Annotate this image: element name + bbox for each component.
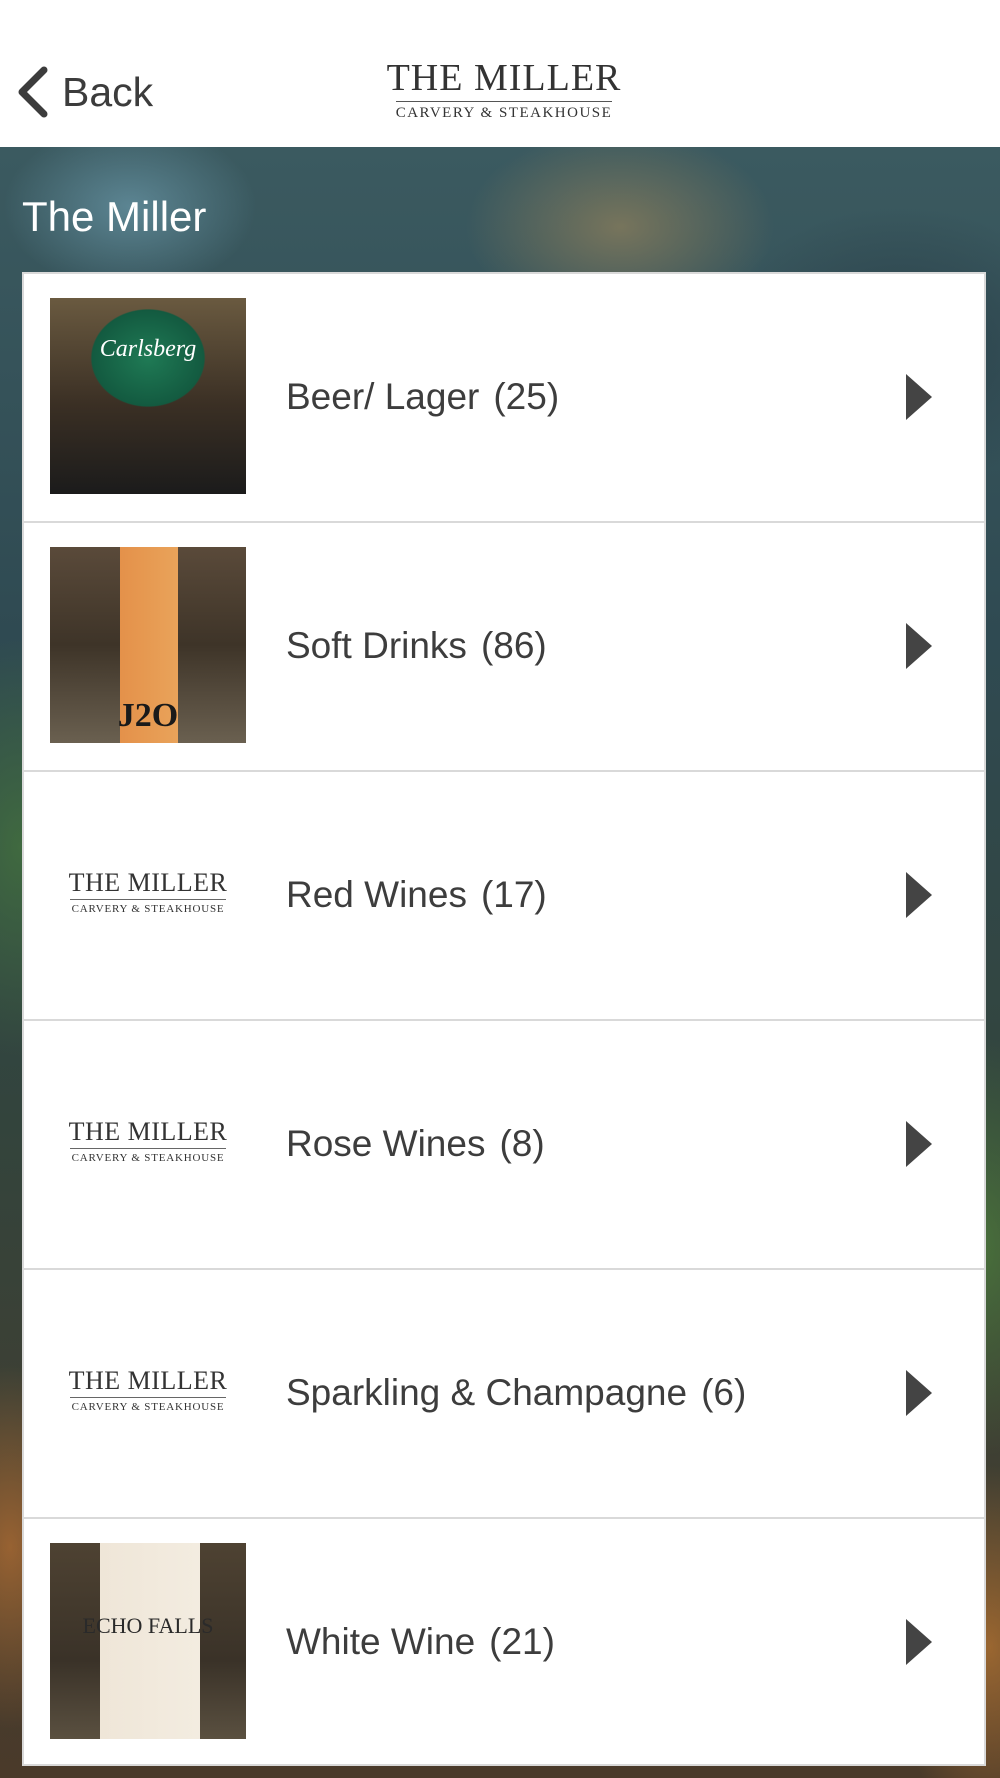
category-thumbnail-logo: THE MILLER CARVERY & STEAKHOUSE	[50, 1294, 246, 1490]
logo-subtitle: CARVERY & STEAKHOUSE	[71, 1152, 225, 1164]
logo-rule	[396, 101, 612, 102]
category-thumbnail-logo: THE MILLER CARVERY & STEAKHOUSE	[50, 796, 246, 992]
category-count: (8)	[499, 1122, 545, 1164]
logo-subtitle: CARVERY & STEAKHOUSE	[71, 903, 225, 915]
category-thumbnail-image: Carlsberg	[50, 298, 246, 494]
category-label: White Wine (21)	[286, 1519, 555, 1764]
echo-falls-logo-icon: ECHO FALLS	[82, 1613, 214, 1638]
category-row-white-wine[interactable]: ECHO FALLS White Wine (21)	[22, 1517, 986, 1766]
category-name: Beer/ Lager	[286, 375, 480, 417]
brand-logo-small: THE MILLER CARVERY & STEAKHOUSE	[50, 1117, 246, 1165]
header-bar: Back THE MILLER CARVERY & STEAKHOUSE	[0, 0, 1000, 147]
category-count: (86)	[480, 624, 547, 666]
logo-title: THE MILLER	[68, 1366, 228, 1395]
logo-subtitle: CARVERY & STEAKHOUSE	[71, 1401, 225, 1413]
chevron-right-icon	[906, 1619, 932, 1665]
logo-subtitle: CARVERY & STEAKHOUSE	[395, 105, 613, 121]
brand-logo-small: THE MILLER CARVERY & STEAKHOUSE	[50, 1366, 246, 1414]
j2o-logo-icon: J2O	[117, 697, 179, 734]
logo-rule	[70, 1397, 226, 1398]
logo-title: THE MILLER	[68, 1117, 228, 1146]
category-label: Red Wines (17)	[286, 772, 547, 1017]
brand-logo: THE MILLER CARVERY & STEAKHOUSE	[376, 58, 632, 124]
back-label: Back	[62, 68, 154, 115]
category-name: Soft Drinks	[286, 624, 467, 666]
logo-title: THE MILLER	[386, 57, 622, 99]
category-name: Rose Wines	[286, 1122, 486, 1164]
category-row-beer-lager[interactable]: Carlsberg Beer/ Lager (25)	[22, 272, 986, 521]
category-row-sparkling-champagne[interactable]: THE MILLER CARVERY & STEAKHOUSE Sparklin…	[22, 1268, 986, 1517]
category-label: Sparkling & Champagne (6)	[286, 1270, 746, 1515]
category-label: Rose Wines (8)	[286, 1021, 545, 1266]
section-title: The Miller	[22, 193, 207, 240]
category-row-rose-wines[interactable]: THE MILLER CARVERY & STEAKHOUSE Rose Win…	[22, 1019, 986, 1268]
logo-title: THE MILLER	[68, 868, 228, 897]
chevron-left-icon	[18, 66, 48, 118]
category-row-red-wines[interactable]: THE MILLER CARVERY & STEAKHOUSE Red Wine…	[22, 770, 986, 1019]
chevron-right-icon	[906, 1121, 932, 1167]
category-row-soft-drinks[interactable]: J2O Soft Drinks (86)	[22, 521, 986, 770]
category-thumbnail-image: ECHO FALLS	[50, 1543, 246, 1739]
chevron-right-icon	[906, 374, 932, 420]
brand-logo-small: THE MILLER CARVERY & STEAKHOUSE	[50, 868, 246, 916]
category-list: Carlsberg Beer/ Lager (25) J2O Soft Drin…	[22, 272, 986, 1766]
category-thumbnail-image: J2O	[50, 547, 246, 743]
category-label: Beer/ Lager (25)	[286, 274, 559, 519]
category-name: Red Wines	[286, 873, 467, 915]
category-name: White Wine	[286, 1620, 476, 1662]
category-count: (21)	[489, 1620, 555, 1662]
category-thumbnail-logo: THE MILLER CARVERY & STEAKHOUSE	[50, 1045, 246, 1241]
category-count: (17)	[480, 873, 547, 915]
logo-rule	[70, 1148, 226, 1149]
chevron-right-icon	[906, 1370, 932, 1416]
category-name: Sparkling & Champagne	[286, 1371, 688, 1413]
logo-rule	[70, 899, 226, 900]
carlsberg-logo-icon: Carlsberg	[99, 336, 197, 362]
chevron-right-icon	[906, 623, 932, 669]
back-button[interactable]: Back	[16, 62, 153, 122]
category-count: (25)	[493, 375, 560, 417]
category-count: (6)	[701, 1371, 747, 1413]
chevron-right-icon	[906, 872, 932, 918]
category-label: Soft Drinks (86)	[286, 523, 547, 768]
